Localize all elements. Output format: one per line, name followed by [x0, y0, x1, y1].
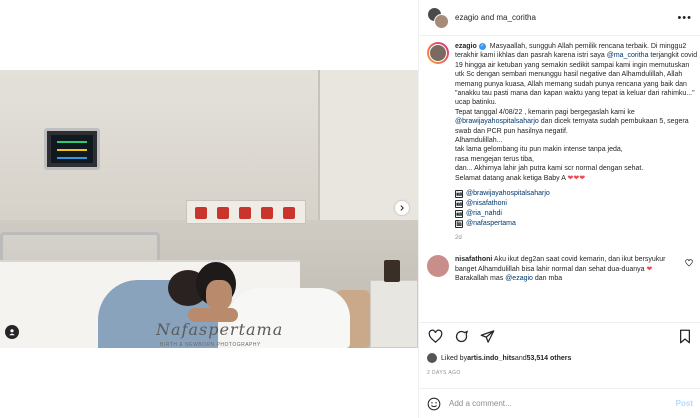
caption-tag-item: 📷 @ria_nahdi	[455, 209, 699, 219]
send-icon	[480, 330, 494, 343]
photo-watermark: Nafaspertama	[156, 320, 284, 339]
post-dialog: Nafaspertama BIRTH & NEWBORN PHOTOGRAPHY…	[0, 0, 700, 418]
likes-user-link[interactable]: artis.indo_hits	[467, 355, 515, 362]
comment-button[interactable]	[453, 329, 469, 345]
post-photo[interactable]: Nafaspertama BIRTH & NEWBORN PHOTOGRAPHY	[0, 70, 418, 348]
tag-mention[interactable]: @ria_nahdi	[466, 209, 502, 219]
caption-tag-item: 📷 @brawijayahospitalsaharjo	[455, 189, 699, 199]
comment-icon	[455, 330, 468, 343]
photo-watermark-sub: BIRTH & NEWBORN PHOTOGRAPHY	[160, 342, 261, 348]
caption-username[interactable]: ezagio	[455, 43, 477, 50]
chevron-right-icon	[400, 205, 404, 211]
comment-body-3: dan mba	[532, 274, 563, 282]
comment-body-2: Barakallah mas	[455, 274, 506, 282]
camera-icon: 📷	[455, 200, 463, 209]
tag-mention[interactable]: @nisafathoni	[466, 199, 507, 209]
post-side-panel: ezagio and ma_coritha ••• ezagio ✓ Masyaa…	[418, 0, 700, 418]
emoji-button[interactable]	[427, 397, 441, 411]
comments-list[interactable]: ezagio ✓ Masyaallah, sungguh Allah pemili…	[419, 36, 700, 320]
photo-cabinet	[370, 280, 418, 348]
verified-icon: ✓	[478, 42, 486, 50]
likes-prefix: Liked by	[441, 354, 468, 362]
clapper-icon: 🎬	[455, 220, 463, 229]
smiley-icon	[427, 397, 441, 410]
comment-like-icon[interactable]	[685, 259, 693, 269]
header-user2-link[interactable]: ma_coritha	[496, 13, 536, 22]
caption-text: ezagio ✓ Masyaallah, sungguh Allah pemili…	[455, 42, 699, 183]
post-header: ezagio and ma_coritha •••	[419, 0, 700, 36]
action-bar	[419, 322, 700, 350]
caption: ezagio ✓ Masyaallah, sungguh Allah pemili…	[427, 42, 697, 241]
next-slide-button[interactable]	[395, 201, 409, 215]
comment-item: nisafathoni Aku ikut deg2an saat covid k…	[427, 255, 693, 283]
caption-part3: dan dicek ternyata sudah pembukaan 5, se…	[455, 118, 689, 182]
caption-mention-1[interactable]: @ma_coritha	[607, 52, 649, 59]
header-connector: and	[478, 13, 497, 22]
caption-time: 2d	[455, 235, 462, 242]
like-button[interactable]	[427, 329, 443, 345]
caption-tag-item: 📷 @nisafathoni	[455, 199, 699, 209]
camera-icon: 📷	[455, 210, 463, 219]
photo-cup	[384, 260, 400, 282]
avatar	[434, 13, 449, 29]
comment-avatar[interactable]	[427, 255, 449, 278]
heart-icon	[428, 329, 442, 343]
photo-man-face	[206, 280, 232, 310]
add-comment-bar: Post	[419, 388, 700, 418]
tag-mention[interactable]: @brawijayahospitalsaharjo	[466, 189, 550, 199]
user-icon	[9, 329, 15, 336]
heart-emojis: ❤❤❤	[567, 174, 586, 182]
post-media: Nafaspertama BIRTH & NEWBORN PHOTOGRAPHY	[0, 0, 418, 418]
post-comment-button[interactable]: Post	[676, 399, 693, 408]
save-button[interactable]	[677, 329, 693, 345]
caption-tags: 📷 @brawijayahospitalsaharjo 📷 @nisafathoni…	[455, 189, 699, 229]
comment-text: nisafathoni Aku ikut deg2an saat covid k…	[455, 255, 685, 283]
more-options-icon[interactable]: •••	[677, 12, 692, 24]
avatar	[427, 353, 437, 363]
comment-input[interactable]	[449, 399, 676, 408]
tagged-users-button[interactable]	[5, 325, 19, 339]
post-date: 2 DAYS AGO	[427, 370, 461, 376]
comment-username[interactable]: nisafathoni	[455, 256, 492, 263]
share-button[interactable]	[479, 329, 495, 345]
photo-window	[318, 70, 418, 220]
likes-middle: and	[514, 354, 527, 362]
tag-mention[interactable]: @nafaspertama	[466, 219, 516, 229]
bookmark-icon	[680, 329, 690, 344]
likes-summary: Liked by artis.indo_hits and 53,514 othe…	[427, 353, 571, 363]
photo-monitor	[44, 128, 100, 170]
caption-avatar[interactable]	[427, 42, 449, 64]
collab-usernames: ezagio and ma_coritha	[455, 13, 536, 22]
header-user1-link[interactable]: ezagio	[455, 13, 479, 22]
comment-mention[interactable]: @ezagio	[505, 275, 533, 282]
photo-outlet-panel	[186, 200, 306, 224]
photo-man	[230, 288, 350, 348]
heart-emoji: ❤	[646, 265, 653, 273]
collab-avatars[interactable]	[427, 6, 449, 29]
caption-mention-2[interactable]: @brawijayahospitalsaharjo	[455, 118, 539, 125]
camera-icon: 📷	[455, 190, 463, 199]
likes-count-link[interactable]: 53,514 others	[527, 355, 572, 362]
caption-tag-item: 🎬 @nafaspertama	[455, 219, 699, 229]
caption-part2: terjangkit covid 19 hingga air ketuban y…	[455, 52, 698, 116]
